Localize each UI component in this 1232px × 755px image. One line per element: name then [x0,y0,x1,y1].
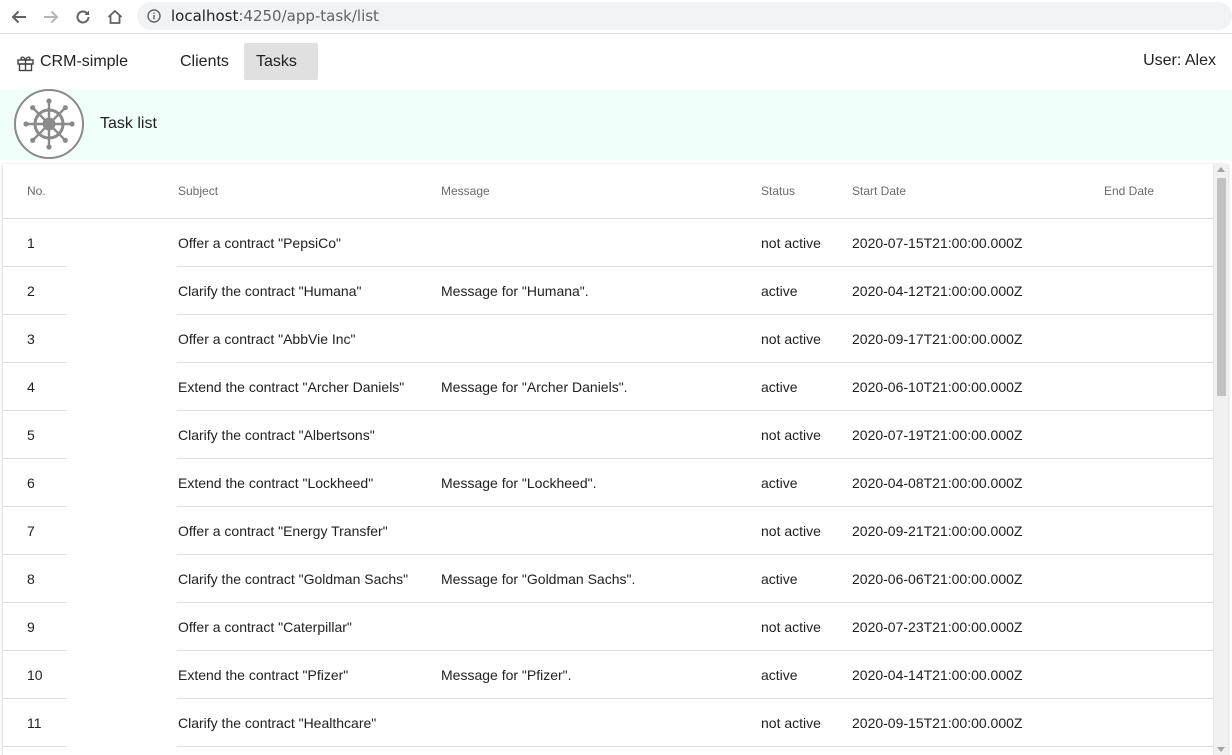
scroll-up-icon[interactable] [1217,167,1225,172]
brand-label: CRM-simple [40,53,128,70]
cell-no: 5 [27,427,35,443]
cell-no: 8 [27,571,35,587]
cell-no: 2 [27,283,35,299]
cell-start-date: 2020-09-21T21:00:00.000Z [852,523,1023,539]
cell-subject: Clarify the contract "Humana" [178,283,362,299]
url-text: localhost:4250/app-task/list [171,8,379,25]
nav-tasks[interactable]: Tasks [244,43,318,80]
table-row[interactable]: 10 Extend the contract "Pfizer" Message fo… [3,651,1213,699]
cell-message: Message for "Humana". [441,283,589,299]
cell-start-date: 2020-06-06T21:00:00.000Z [852,571,1023,587]
row-divider [3,746,67,747]
page-title: Task list [100,115,157,132]
table-row[interactable]: 7 Offer a contract "Energy Transfer" not a… [3,507,1213,555]
table-row[interactable]: 4 Extend the contract "Archer Daniels" Mes… [3,363,1213,411]
home-icon[interactable] [103,5,127,29]
app-header: CRM-simple Clients Tasks User: Alex [0,35,1232,89]
url-host: localhost [171,7,239,25]
cell-start-date: 2020-07-23T21:00:00.000Z [852,619,1023,635]
cell-no: 6 [27,475,35,491]
column-header-message[interactable]: Message [441,184,490,198]
cell-subject: Offer a contract "Caterpillar" [178,619,352,635]
cell-status: not active [761,331,821,347]
nav-clients[interactable]: Clients [168,43,241,80]
brand-link[interactable]: CRM-simple [16,51,128,73]
cell-message: Message for "Pfizer". [441,667,572,683]
row-divider [177,746,1213,747]
cell-status: not active [761,427,821,443]
page-banner: Task list [0,89,1232,160]
table-row[interactable]: 8 Clarify the contract "Goldman Sachs" Mes… [3,555,1213,603]
cell-start-date: 2020-07-19T21:00:00.000Z [852,427,1023,443]
cell-no: 9 [27,619,35,635]
cell-status: not active [761,235,821,251]
cell-subject: Clarify the contract "Healthcare" [178,715,377,731]
table-header: No. Subject Message Status Start Date En… [3,164,1213,219]
table-row[interactable]: 1 Offer a contract "PepsiCo" not active 202… [3,219,1213,267]
table-row[interactable]: 9 Offer a contract "Caterpillar" not activ… [3,603,1213,651]
cell-no: 10 [27,667,43,683]
column-header-start-date[interactable]: Start Date [852,184,906,198]
cell-no: 4 [27,379,35,395]
cell-subject: Clarify the contract "Goldman Sachs" [178,571,409,587]
column-header-end-date[interactable]: End Date [1104,184,1154,198]
cell-start-date: 2020-04-12T21:00:00.000Z [852,283,1023,299]
back-icon[interactable] [7,5,31,29]
cell-subject: Clarify the contract "Albertsons" [178,427,375,443]
cell-start-date: 2020-09-17T21:00:00.000Z [852,331,1023,347]
cell-subject: Offer a contract "AbbVie Inc" [178,331,356,347]
table-row[interactable]: 3 Offer a contract "AbbVie Inc" not active… [3,315,1213,363]
cell-no: 1 [27,235,35,251]
cell-start-date: 2020-07-15T21:00:00.000Z [852,235,1023,251]
cell-message: Message for "Archer Daniels". [441,379,628,395]
vertical-scrollbar[interactable] [1213,164,1228,755]
cell-status: active [761,379,798,395]
column-header-status[interactable]: Status [761,184,795,198]
cell-no: 7 [27,523,35,539]
table-row[interactable]: 11 Clarify the contract "Healthcare" not a… [3,699,1213,747]
cell-status: active [761,283,798,299]
cell-subject: Extend the contract "Lockheed" [178,475,374,491]
user-label: User: Alex [1143,52,1216,69]
cell-status: active [761,571,798,587]
reload-icon[interactable] [71,5,95,29]
cell-subject: Extend the contract "Archer Daniels" [178,379,405,395]
browser-toolbar: localhost:4250/app-task/list [0,0,1232,34]
cell-message: Message for "Lockheed". [441,475,597,491]
column-header-no[interactable]: No. [27,184,46,198]
column-header-subject[interactable]: Subject [178,184,218,198]
cell-start-date: 2020-09-15T21:00:00.000Z [852,715,1023,731]
cell-status: active [761,667,798,683]
info-icon[interactable] [147,9,161,23]
cell-status: not active [761,523,821,539]
cell-start-date: 2020-06-10T21:00:00.000Z [852,379,1023,395]
table-row[interactable]: 6 Extend the contract "Lockheed" Message f… [3,459,1213,507]
cell-status: not active [761,619,821,635]
scroll-thumb[interactable] [1217,178,1226,396]
cell-status: not active [761,715,821,731]
cell-status: active [761,475,798,491]
cell-message: Message for "Goldman Sachs". [441,571,636,587]
cell-start-date: 2020-04-08T21:00:00.000Z [852,475,1023,491]
url-path: :4250/app-task/list [238,7,379,25]
cell-no: 11 [27,715,42,731]
ship-wheel-icon [14,89,84,159]
cell-subject: Extend the contract "Pfizer" [178,667,349,683]
cell-subject: Offer a contract "PepsiCo" [178,235,341,251]
cell-start-date: 2020-04-14T21:00:00.000Z [852,667,1023,683]
cell-no: 3 [27,331,35,347]
table-row[interactable]: 5 Clarify the contract "Albertsons" not ac… [3,411,1213,459]
forward-icon[interactable] [39,5,63,29]
gift-icon [16,53,35,72]
task-table-card: No. Subject Message Status Start Date En… [3,164,1228,755]
table-row[interactable]: 2 Clarify the contract "Humana" Message fo… [3,267,1213,315]
cell-subject: Offer a contract "Energy Transfer" [178,523,388,539]
scroll-down-icon[interactable] [1217,747,1225,752]
address-bar[interactable]: localhost:4250/app-task/list [137,2,1232,30]
task-table: No. Subject Message Status Start Date En… [3,164,1213,755]
